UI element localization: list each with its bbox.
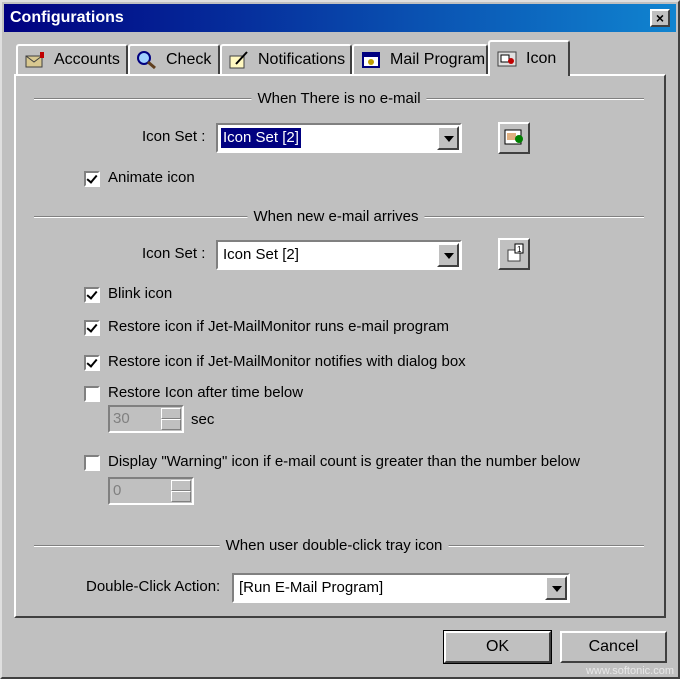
restore-dialog-checkbox[interactable] bbox=[84, 355, 100, 371]
preview-icon-set-button[interactable] bbox=[498, 122, 530, 154]
tab-mail-program[interactable]: Mail Program bbox=[352, 44, 488, 74]
tab-label: Accounts bbox=[54, 51, 120, 68]
spin-down-icon[interactable] bbox=[161, 419, 181, 430]
restore-program-checkbox[interactable] bbox=[84, 320, 100, 336]
spin-down-icon[interactable] bbox=[171, 491, 191, 502]
tab-label: Notifications bbox=[258, 51, 346, 68]
animate-icon-checkbox[interactable] bbox=[84, 171, 100, 187]
stepper-value: 0 bbox=[113, 482, 122, 499]
program-window-icon bbox=[360, 50, 382, 70]
icon-set-label: Icon Set : bbox=[142, 245, 206, 262]
icon-set-new-email-select[interactable]: Icon Set [2] bbox=[216, 240, 462, 270]
window-title: Configurations bbox=[10, 9, 124, 26]
double-click-action-select[interactable]: [Run E-Mail Program] bbox=[232, 573, 570, 603]
mailbox-icon bbox=[24, 50, 46, 70]
stepper-value: 30 bbox=[113, 410, 130, 427]
tab-notifications[interactable]: Notifications bbox=[220, 44, 352, 74]
tab-check[interactable]: Check bbox=[128, 44, 220, 74]
icon-set-no-email-select[interactable]: Icon Set [2] bbox=[216, 123, 462, 153]
group-title-new-email: When new e-mail arrives bbox=[247, 208, 425, 225]
watermark: www.softonic.com bbox=[585, 665, 674, 677]
blink-icon-checkbox[interactable] bbox=[84, 287, 100, 303]
new-mail-tray-icon: 1 bbox=[507, 243, 524, 262]
ok-button[interactable]: OK bbox=[443, 630, 552, 664]
tab-accounts[interactable]: Accounts bbox=[16, 44, 128, 74]
icon-set-label: Icon Set : bbox=[142, 128, 206, 145]
title-bar[interactable]: Configurations × bbox=[4, 4, 676, 32]
warning-icon-checkbox[interactable] bbox=[84, 455, 100, 471]
select-value: [Run E-Mail Program] bbox=[239, 579, 384, 596]
dropdown-arrow-icon[interactable] bbox=[437, 126, 459, 150]
warning-icon-label: Display "Warning" icon if e-mail count i… bbox=[108, 453, 580, 470]
cancel-button[interactable]: Cancel bbox=[560, 631, 667, 663]
sec-unit-label: sec bbox=[191, 411, 215, 428]
spin-up-icon[interactable] bbox=[161, 408, 181, 419]
double-click-action-label: Double-Click Action: bbox=[86, 578, 221, 595]
tab-label: Check bbox=[166, 51, 212, 68]
warning-count-stepper[interactable]: 0 bbox=[108, 477, 194, 505]
svg-text:1: 1 bbox=[517, 245, 522, 254]
select-value: Icon Set [2] bbox=[223, 246, 299, 263]
tab-label: Mail Program bbox=[390, 51, 486, 68]
pen-paper-icon bbox=[228, 50, 250, 70]
close-button[interactable]: × bbox=[650, 9, 670, 27]
animate-icon-label: Animate icon bbox=[108, 169, 195, 186]
group-title-no-email: When There is no e-mail bbox=[251, 90, 427, 107]
group-title-double-click: When user double-click tray icon bbox=[219, 537, 449, 554]
dropdown-arrow-icon[interactable] bbox=[545, 576, 567, 600]
preview-icon-set-button[interactable]: 1 bbox=[498, 238, 530, 270]
blink-icon-label: Blink icon bbox=[108, 285, 173, 302]
restore-time-label: Restore Icon after time below bbox=[108, 384, 304, 401]
spin-up-icon[interactable] bbox=[171, 480, 191, 491]
magnifier-icon bbox=[136, 50, 158, 70]
dropdown-arrow-icon[interactable] bbox=[437, 243, 459, 267]
restore-dialog-label: Restore icon if Jet-MailMonitor notifies… bbox=[108, 353, 466, 370]
tab-icon[interactable]: Icon bbox=[488, 40, 570, 76]
tab-label: Icon bbox=[526, 50, 557, 67]
restore-program-label: Restore icon if Jet-MailMonitor runs e-m… bbox=[108, 318, 449, 335]
restore-time-checkbox[interactable] bbox=[84, 386, 100, 402]
restore-time-stepper[interactable]: 30 bbox=[108, 405, 184, 433]
select-value: Icon Set [2] bbox=[220, 127, 302, 149]
mail-tray-icon bbox=[504, 129, 523, 145]
tray-icon bbox=[496, 49, 518, 69]
